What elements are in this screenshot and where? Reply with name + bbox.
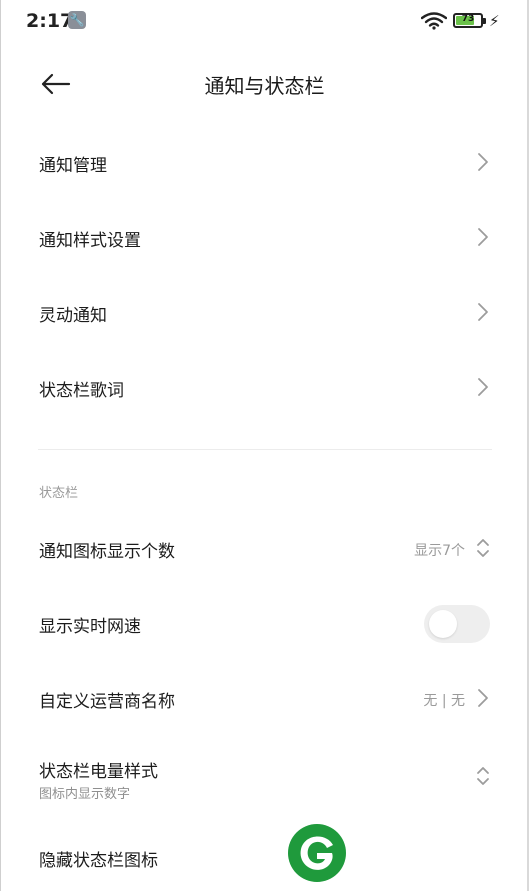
item-label: 通知样式设置 xyxy=(39,231,141,251)
item-battery-style[interactable]: 状态栏电量样式 图标内显示数字 xyxy=(0,731,529,816)
wifi-icon xyxy=(421,12,447,30)
updown-icon xyxy=(477,539,489,557)
status-time: 2:17 xyxy=(26,10,74,32)
chevron-right-icon xyxy=(478,689,488,707)
item-custom-carrier-name[interactable]: 自定义运营商名称 无 | 无 xyxy=(0,661,529,736)
chevron-right-icon xyxy=(478,228,488,246)
battery-level: 73 xyxy=(461,14,475,24)
page-title: 通知与状态栏 xyxy=(204,74,325,98)
chevron-right-icon xyxy=(478,153,488,171)
item-label: 状态栏电量样式 xyxy=(39,762,158,782)
section-title-status-bar: 状态栏 xyxy=(39,486,79,501)
wrench-icon: 🔧 xyxy=(68,11,86,29)
item-label: 通知图标显示个数 xyxy=(39,542,175,562)
leaf-logo-icon xyxy=(288,824,346,882)
item-label: 通知管理 xyxy=(39,156,107,176)
item-label: 灵动通知 xyxy=(39,306,107,326)
battery-nub xyxy=(483,18,486,24)
chevron-right-icon xyxy=(478,378,488,396)
item-status-bar-lyrics[interactable]: 状态栏歌词 xyxy=(0,350,529,425)
item-label: 自定义运营商名称 xyxy=(39,692,175,712)
item-notification-style-settings[interactable]: 通知样式设置 xyxy=(0,200,529,275)
item-notification-icon-count[interactable]: 通知图标显示个数 显示7个 xyxy=(0,511,529,586)
battery-icon: 73 xyxy=(453,13,486,28)
charging-bolt-icon: ⚡ xyxy=(489,12,500,30)
item-hide-status-bar-icons[interactable]: 隐藏状态栏图标 xyxy=(0,820,529,895)
item-label: 状态栏歌词 xyxy=(39,381,124,401)
chevron-right-icon xyxy=(478,303,488,321)
section-divider xyxy=(38,449,492,450)
item-value: 无 | 无 xyxy=(423,693,465,709)
item-value: 显示7个 xyxy=(414,543,465,559)
item-dynamic-notification[interactable]: 灵动通知 xyxy=(0,275,529,350)
toggle-knob xyxy=(429,610,457,638)
item-sublabel: 图标内显示数字 xyxy=(39,787,131,802)
item-label: 隐藏状态栏图标 xyxy=(39,851,158,871)
item-label: 显示实时网速 xyxy=(39,617,141,637)
page-header: 通知与状态栏 xyxy=(0,56,529,112)
status-bar: 2:17 🔧 73 ⚡ xyxy=(0,0,529,44)
updown-icon xyxy=(477,767,489,785)
network-speed-toggle[interactable] xyxy=(424,605,490,643)
item-notification-management[interactable]: 通知管理 xyxy=(0,125,529,200)
